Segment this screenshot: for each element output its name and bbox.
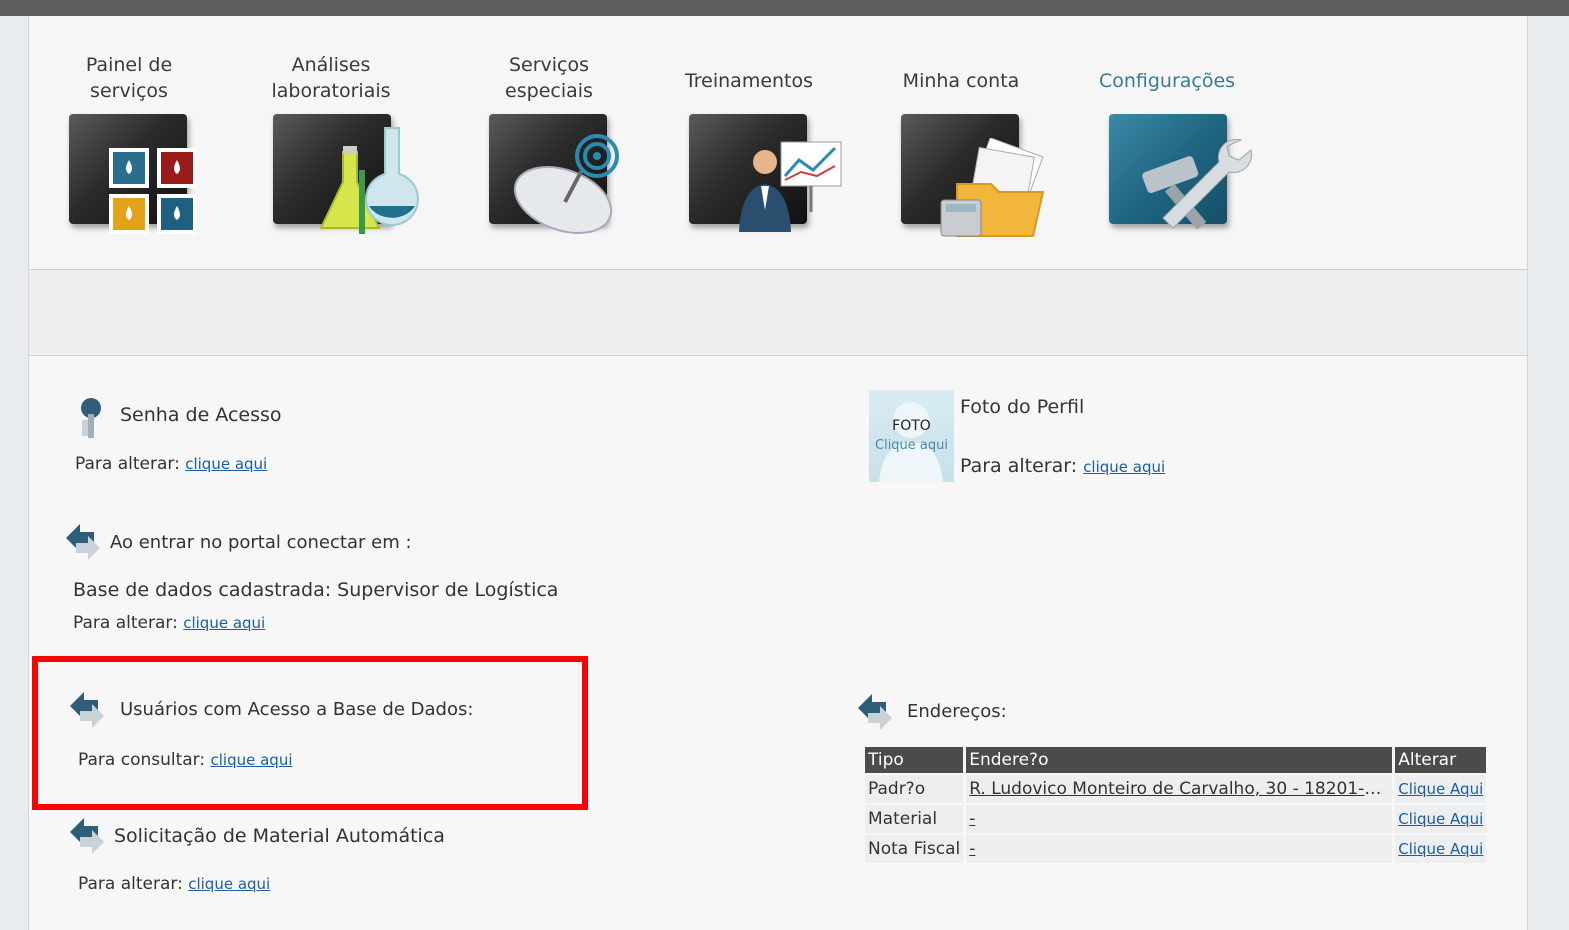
arrow-swap-icon	[66, 524, 100, 560]
nav-label: Treinamentos	[684, 70, 814, 92]
edit-address-link[interactable]: Clique Aqui	[1398, 810, 1483, 828]
senha-change-line: Para alterar: clique aqui	[75, 454, 267, 474]
address-text: -	[969, 839, 976, 859]
senha-prefix: Para alterar:	[75, 454, 180, 474]
addresses-table: Tipo Endere?o Alterar Padr?o R. Ludovico…	[862, 745, 1489, 865]
lab-flasks-icon	[273, 114, 419, 234]
nav-label: Análises laboratoriais	[231, 52, 431, 104]
cell-tipo: Padr?o	[865, 775, 964, 803]
nav-label-line1: Serviços	[508, 54, 590, 76]
key-icon	[81, 398, 101, 438]
portal-prefix: Para alterar:	[73, 613, 178, 633]
cell-endereco: R. Ludovico Monteiro de Carvalho, 30 - 1…	[966, 775, 1393, 803]
nav-item-configuracoes[interactable]: Configurações	[1067, 16, 1267, 256]
foto-title: Foto do Perfil	[960, 396, 1085, 418]
solicitacao-change-line: Para alterar: clique aqui	[78, 874, 270, 894]
senha-title: Senha de Acesso	[120, 404, 282, 426]
nav-label-line1: Painel de	[85, 54, 173, 76]
nav-item-treinamentos[interactable]: Treinamentos	[649, 16, 849, 256]
portal-title: Ao entrar no portal conectar em :	[110, 532, 412, 553]
column-header-alterar: Alterar	[1395, 747, 1487, 773]
nav-item-painel-servicos[interactable]: Painel de serviços	[29, 16, 229, 256]
cell-alterar: Clique Aqui	[1395, 775, 1487, 803]
nav-item-servicos-especiais[interactable]: Serviços especiais	[449, 16, 649, 256]
profile-photo-placeholder[interactable]: FOTO Clique aqui	[869, 390, 954, 482]
photo-placeholder-link: Clique aqui	[875, 438, 948, 453]
foto-change-line: Para alterar: clique aqui	[960, 455, 1165, 477]
enderecos-title: Endereços:	[907, 701, 1007, 722]
arrow-swap-icon	[858, 694, 892, 730]
column-header-endereco: Endere?o	[966, 747, 1393, 773]
portal-database: Base de dados cadastrada: Supervisor de …	[73, 579, 559, 601]
solicitacao-change-link[interactable]: clique aqui	[188, 875, 270, 893]
column-header-tipo: Tipo	[865, 747, 964, 773]
presenter-chart-icon	[689, 114, 842, 232]
nav-label: Minha conta	[902, 70, 1020, 92]
cell-endereco: -	[966, 805, 1393, 833]
solicitacao-title: Solicitação de Material Automática	[114, 825, 445, 847]
table-row: Material - Clique Aqui	[865, 805, 1487, 833]
foto-prefix: Para alterar:	[960, 455, 1078, 477]
foto-change-link[interactable]: clique aqui	[1083, 458, 1165, 476]
edit-address-link[interactable]: Clique Aqui	[1398, 780, 1483, 798]
portal-change-link[interactable]: clique aqui	[183, 614, 265, 632]
droplets-grid-icon	[69, 114, 197, 234]
nav-label: Configurações	[1098, 70, 1236, 92]
table-row: Nota Fiscal - Clique Aqui	[865, 835, 1487, 863]
nav-item-analises-laboratoriais[interactable]: Análises laboratoriais	[231, 16, 431, 256]
usuarios-query-link[interactable]: clique aqui	[211, 751, 293, 769]
edit-address-link[interactable]: Clique Aqui	[1398, 840, 1483, 858]
cell-alterar: Clique Aqui	[1395, 835, 1487, 863]
folder-calculator-icon	[901, 114, 1045, 237]
senha-change-link[interactable]: clique aqui	[185, 455, 267, 473]
main-nav: Painel de serviços Análises laboratoriai…	[29, 16, 1527, 270]
nav-label-line2: especiais	[505, 80, 593, 102]
usuarios-prefix: Para consultar:	[78, 750, 206, 770]
usuarios-title: Usuários com Acesso a Base de Dados:	[120, 699, 474, 720]
nav-item-minha-conta[interactable]: Minha conta	[861, 16, 1061, 256]
nav-label-line2: serviços	[90, 80, 168, 102]
satellite-dish-icon	[489, 114, 619, 234]
content-header-band	[29, 270, 1527, 356]
table-row: Padr?o R. Ludovico Monteiro de Carvalho,…	[865, 775, 1487, 803]
cell-tipo: Material	[865, 805, 964, 833]
cell-tipo: Nota Fiscal	[865, 835, 964, 863]
nav-label-line1: Análises	[291, 54, 371, 76]
highlight-box	[32, 656, 588, 810]
table-header-row: Tipo Endere?o Alterar	[865, 747, 1487, 773]
photo-placeholder-label: FOTO	[892, 418, 931, 434]
address-text: -	[969, 809, 976, 829]
usuarios-query-line: Para consultar: clique aqui	[78, 750, 293, 770]
nav-label: Serviços especiais	[449, 52, 649, 104]
top-bar	[0, 0, 1569, 16]
cell-alterar: Clique Aqui	[1395, 805, 1487, 833]
solicitacao-prefix: Para alterar:	[78, 874, 183, 894]
nav-label-line2: laboratoriais	[271, 80, 391, 102]
arrow-swap-icon	[70, 692, 104, 728]
arrow-swap-icon	[70, 818, 104, 854]
tools-icon	[1109, 114, 1253, 230]
address-text: R. Ludovico Monteiro de Carvalho, 30 - 1…	[969, 779, 1393, 799]
user-silhouette-icon	[879, 402, 943, 482]
nav-label: Painel de serviços	[29, 52, 229, 104]
cell-endereco: -	[966, 835, 1393, 863]
portal-change-line: Para alterar: clique aqui	[73, 613, 265, 633]
